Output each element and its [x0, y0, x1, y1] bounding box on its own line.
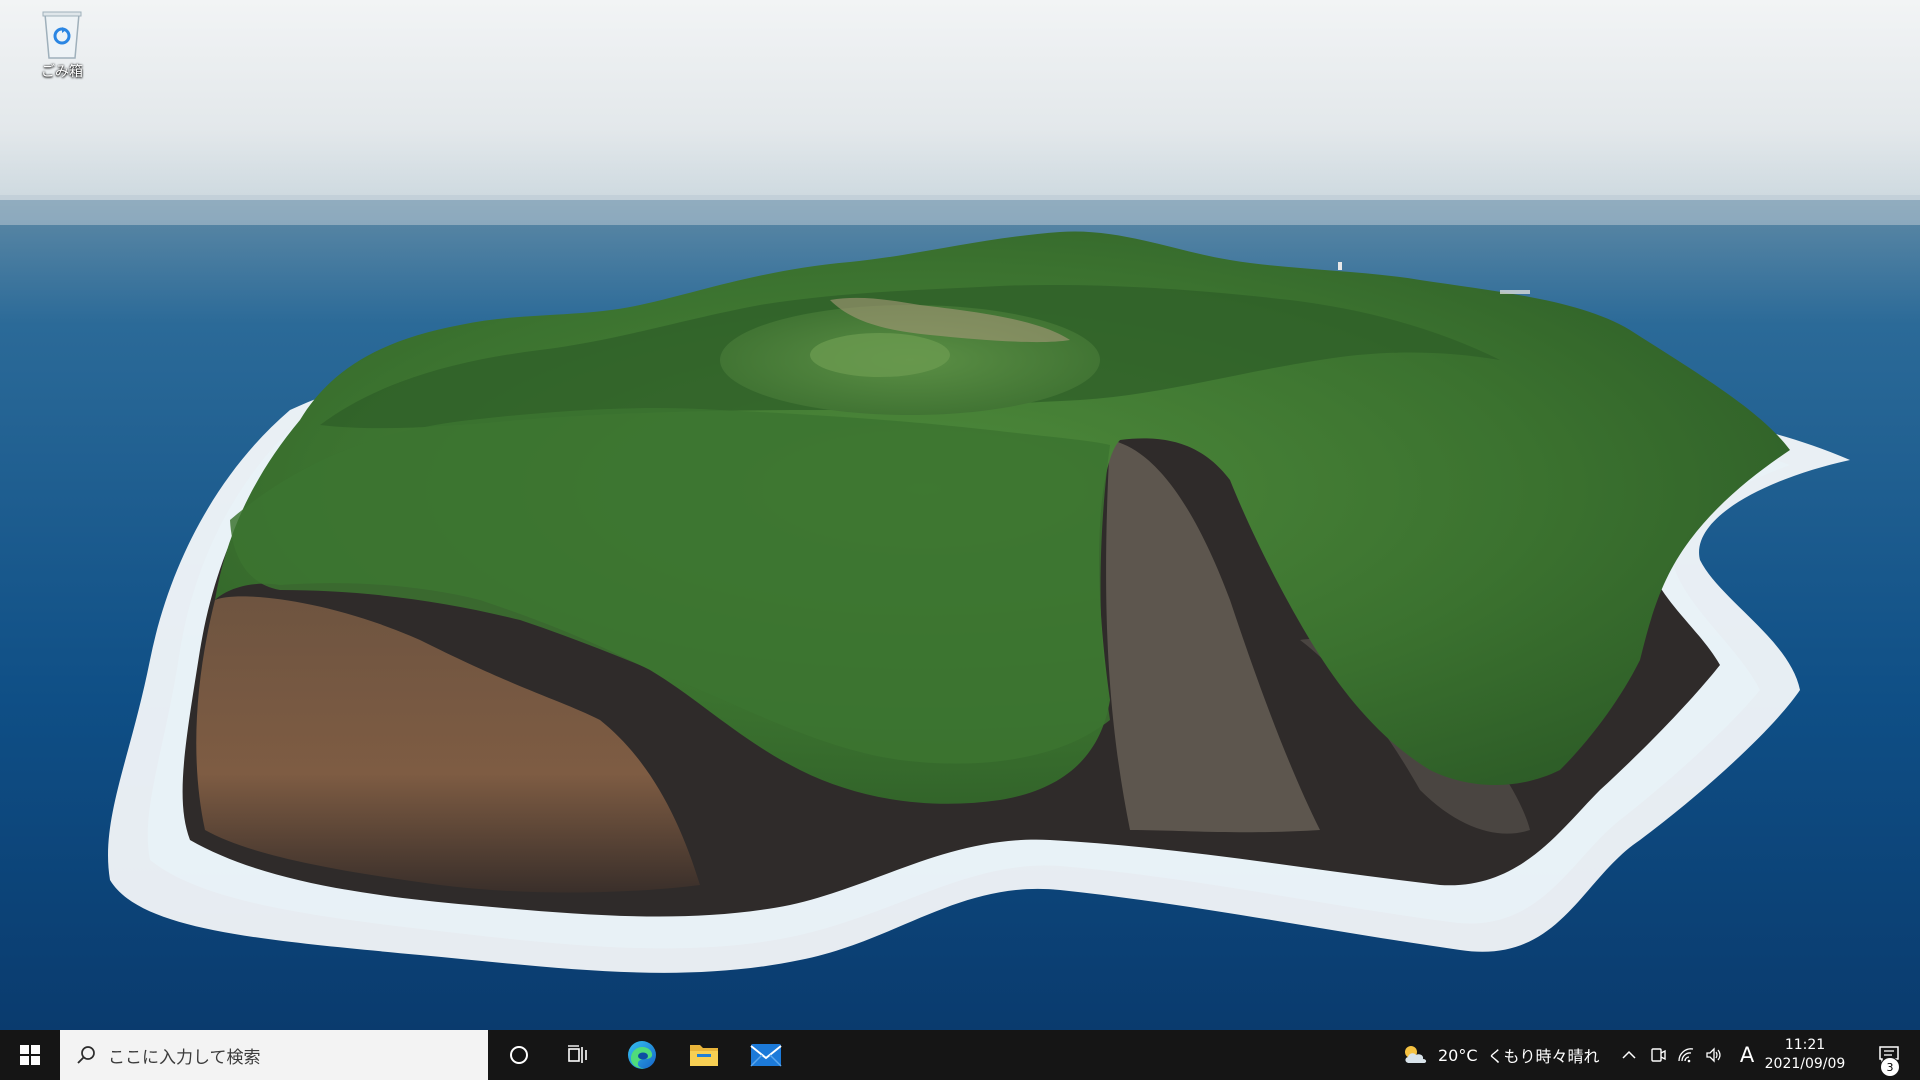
taskbar-app-mail[interactable] [736, 1030, 796, 1080]
desktop-icon-label: ごみ箱 [41, 64, 83, 80]
taskbar: ここに入力して検索 20°C くもり時々晴れ A 11:21 2021/09/0… [0, 1030, 1920, 1080]
ime-mode-indicator[interactable]: A [1734, 1030, 1760, 1080]
search-icon [77, 1046, 95, 1064]
taskbar-app-edge[interactable] [612, 1030, 672, 1080]
meet-now-button[interactable] [1646, 1030, 1670, 1080]
folder-icon [690, 1045, 718, 1066]
clock-time: 11:21 [1784, 1037, 1826, 1053]
windows-logo-icon [20, 1045, 40, 1065]
chevron-up-icon [1622, 1050, 1636, 1059]
weather-temperature: 20°C [1438, 1045, 1478, 1065]
speaker-icon [1706, 1047, 1721, 1063]
taskbar-app-file-explorer[interactable] [674, 1030, 734, 1080]
edge-icon [628, 1041, 656, 1069]
network-button[interactable] [1674, 1030, 1698, 1080]
wifi-icon [1678, 1048, 1694, 1063]
desktop: ごみ箱 [0, 0, 1920, 1030]
taskbar-clock[interactable]: 11:21 2021/09/09 [1760, 1030, 1850, 1080]
weather-widget[interactable]: 20°C くもり時々晴れ [1400, 1030, 1600, 1080]
notification-count-badge: 3 [1880, 1057, 1900, 1077]
volume-button[interactable] [1702, 1030, 1726, 1080]
cortana-circle-icon [510, 1046, 528, 1064]
cortana-button[interactable] [494, 1030, 544, 1080]
partly-cloudy-icon [1405, 1046, 1427, 1063]
task-view-button[interactable] [554, 1030, 604, 1080]
meet-now-icon [1651, 1048, 1666, 1062]
mail-icon [750, 1044, 782, 1067]
desktop-icon-recycle-bin[interactable]: ごみ箱 [26, 8, 98, 81]
search-placeholder: ここに入力して検索 [108, 1047, 261, 1068]
start-button[interactable] [0, 1030, 60, 1080]
weather-condition: くもり時々晴れ [1487, 1047, 1600, 1066]
recycle-bin-icon [39, 8, 85, 60]
clock-date: 2021/09/09 [1764, 1056, 1846, 1072]
task-view-icon [568, 1045, 587, 1063]
wallpaper [0, 0, 1920, 1030]
taskbar-search-box[interactable]: ここに入力して検索 [60, 1030, 488, 1080]
show-hidden-icons-button[interactable] [1618, 1030, 1640, 1080]
